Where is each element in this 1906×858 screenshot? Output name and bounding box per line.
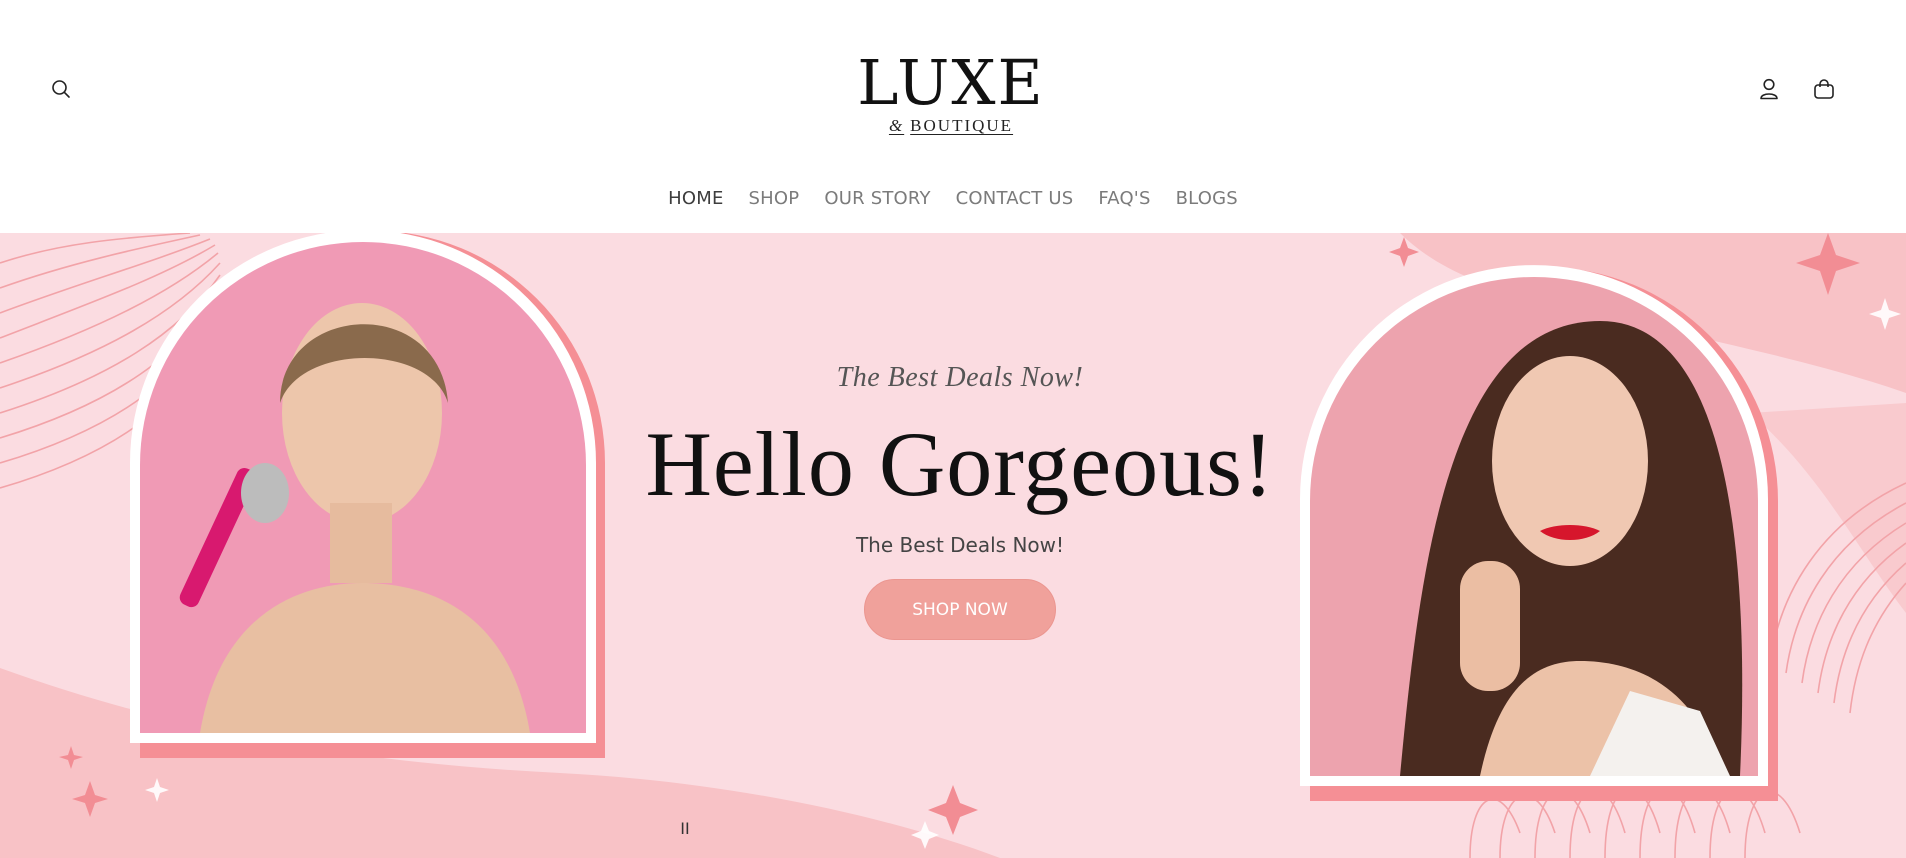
nav-blogs[interactable]: BLOGS (1176, 186, 1238, 216)
hero-eyebrow: The Best Deals Now! (836, 362, 1084, 393)
main-nav: HOME SHOP OUR STORY CONTACT US FAQ'S BLO… (0, 186, 1906, 216)
hero-image-left (130, 233, 605, 758)
logo-main-text: LUXE (857, 46, 1045, 119)
nav-faqs[interactable]: FAQ'S (1098, 186, 1150, 216)
nav-shop[interactable]: SHOP (749, 186, 800, 216)
site-header: LUXE & BOUTIQUE HOME SHOP OUR STORY CONTA… (0, 0, 1906, 232)
slideshow-pause-button[interactable]: II (674, 817, 696, 841)
hero-content: The Best Deals Now! Hello Gorgeous! The … (590, 361, 1330, 640)
cart-button[interactable] (1807, 72, 1841, 106)
search-button[interactable] (44, 72, 78, 106)
logo-sub-text: & BOUTIQUE (888, 116, 1014, 135)
shop-now-button[interactable]: SHOP NOW (864, 579, 1056, 640)
hero-banner: The Best Deals Now! Hello Gorgeous! The … (0, 233, 1906, 858)
search-icon (52, 80, 70, 98)
shopping-bag-icon (1814, 79, 1834, 99)
hero-headline: Hello Gorgeous! (645, 413, 1275, 515)
hero-image-right (1300, 265, 1778, 801)
hero-subtext: The Best Deals Now! (855, 533, 1065, 557)
nav-contact-us[interactable]: CONTACT US (956, 186, 1074, 216)
nav-home[interactable]: HOME (668, 186, 723, 216)
account-button[interactable] (1752, 72, 1786, 106)
user-icon (1760, 78, 1778, 100)
site-logo[interactable]: LUXE & BOUTIQUE (851, 50, 1051, 140)
nav-our-story[interactable]: OUR STORY (824, 186, 930, 216)
